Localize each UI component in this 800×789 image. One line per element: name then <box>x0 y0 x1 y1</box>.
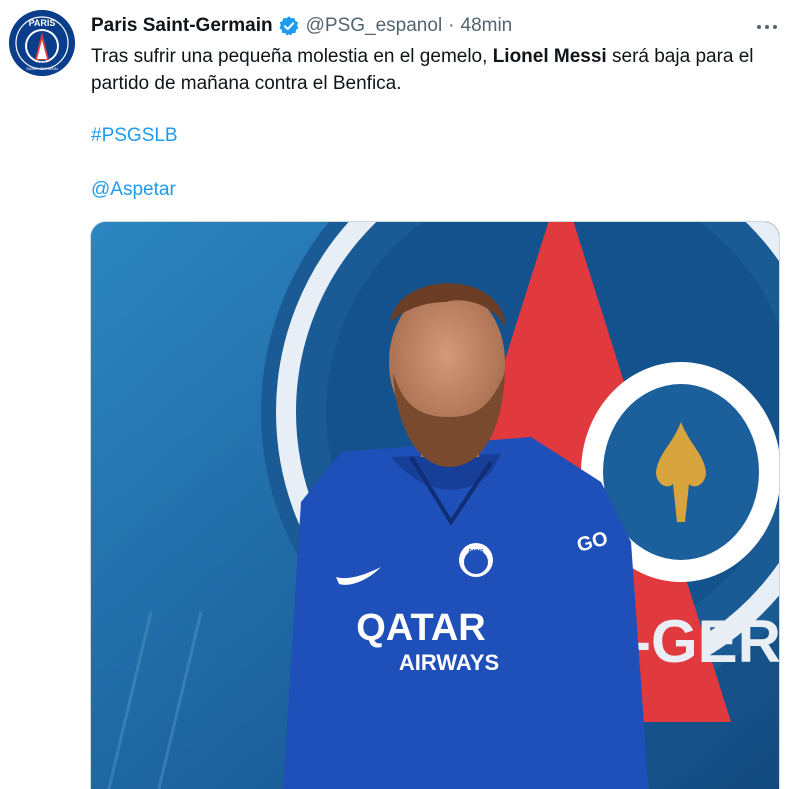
sponsor-line2: AIRWAYS <box>399 650 499 675</box>
more-button[interactable] <box>754 14 780 40</box>
display-name[interactable]: Paris Saint-Germain <box>91 15 273 37</box>
avatar[interactable]: PARIS SAINT-GERMAIN 1970 <box>9 10 75 76</box>
tweet-text-part1: Tras sufrir una pequeña molestia en el g… <box>91 46 493 67</box>
tweet-time[interactable]: 48min <box>461 15 513 37</box>
psg-crest-icon: PARIS SAINT-GERMAIN 1970 <box>9 10 75 76</box>
mention-link[interactable]: @Aspetar <box>91 179 176 201</box>
photo-illustration: -GER PARIS QATAR AIRWAYS GO <box>91 222 780 789</box>
tweet-header: Paris Saint-Germain @PSG_espanol · 48min <box>91 12 780 40</box>
avatar-top-text: PARIS <box>29 18 56 28</box>
tweet-text: Tras sufrir una pequeña molestia en el g… <box>91 43 781 97</box>
badge-text: PARIS <box>469 549 485 555</box>
avatar-year: 1970 <box>38 60 48 65</box>
tweet-photo[interactable]: -GER PARIS QATAR AIRWAYS GO <box>90 221 780 789</box>
avatar-bottom-text: SAINT-GERMAIN <box>26 66 58 71</box>
sponsor-line1: QATAR <box>356 607 485 649</box>
bg-logo-text: -GER <box>631 608 780 675</box>
verified-badge-icon <box>279 16 299 36</box>
more-dots-icon <box>757 25 777 29</box>
separator-dot: · <box>448 15 455 36</box>
hashtag-link[interactable]: #PSGSLB <box>91 125 178 147</box>
tweet-text-bold: Lionel Messi <box>492 46 607 67</box>
user-handle[interactable]: @PSG_espanol <box>306 15 443 37</box>
